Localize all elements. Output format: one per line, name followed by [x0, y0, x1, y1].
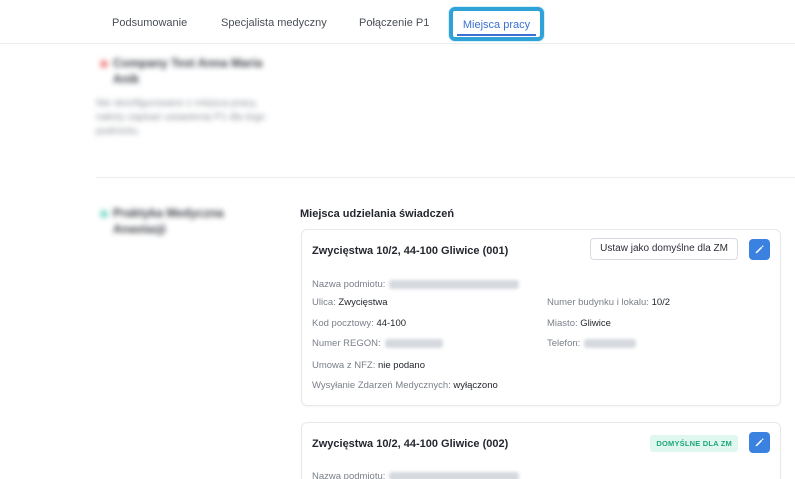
telefon-value-redacted — [584, 338, 637, 348]
podmiot-row: Nazwa podmiotu: — [312, 471, 520, 479]
company-description: Nie skonfigurowano z miejsca pracy, nale… — [96, 98, 265, 137]
workplace-card: Zwycięstwa 10/2, 44-100 Gliwice (001) Us… — [301, 229, 781, 406]
kod-row: Kod pocztowy: 44-100 — [312, 318, 406, 329]
tab-podsumowanie[interactable]: Podsumowanie — [112, 17, 187, 29]
regon-row: Numer REGON: — [312, 338, 443, 349]
regon-value-redacted — [384, 338, 443, 348]
workplace-card: Zwycięstwa 10/2, 44-100 Gliwice (002) DO… — [301, 422, 781, 479]
status-dot-icon — [100, 210, 108, 218]
tab-miejsca-pracy-label: Miejsca pracy — [462, 19, 531, 31]
tab-specjalista-medyczny[interactable]: Specjalista medyczny — [221, 17, 327, 29]
workplace-title: Zwycięstwa 10/2, 44-100 Gliwice (002) — [312, 438, 509, 450]
set-default-button[interactable]: Ustaw jako domyślne dla ZM — [590, 238, 738, 260]
numer-label: Numer budynku i lokalu: — [547, 297, 649, 308]
nfz-row: Umowa z NFZ: nie podano — [312, 360, 425, 371]
telefon-label: Telefon: — [547, 338, 581, 349]
ulica-row: Ulica: Zwycięstwa — [312, 297, 388, 308]
podmiot-row: Nazwa podmiotu: — [312, 279, 520, 290]
workplace-title: Zwycięstwa 10/2, 44-100 Gliwice (001) — [312, 245, 509, 257]
nfz-label: Umowa z NFZ: — [312, 360, 376, 371]
edit-button[interactable] — [749, 239, 770, 260]
tab-miejsca-pracy[interactable]: Miejsca pracy — [449, 7, 544, 41]
status-dot-icon — [100, 60, 108, 68]
company-title: Company Test Anna Maria Anik — [113, 56, 263, 86]
miasto-row: Miasto: Gliwice — [547, 318, 611, 329]
podmiot-label: Nazwa podmiotu: — [312, 279, 386, 290]
section-divider — [96, 177, 795, 178]
podmiot-value-redacted — [389, 471, 520, 479]
section-title: Miejsca udzielania świadczeń — [300, 208, 455, 220]
zdarzenia-value: wyłączono — [453, 380, 498, 391]
podmiot-value-redacted — [389, 279, 520, 289]
zdarzenia-label: Wysyłanie Zdarzeń Medycznych: — [312, 380, 451, 391]
miasto-value: Gliwice — [580, 318, 611, 329]
pencil-icon — [755, 245, 764, 254]
numer-value: 10/2 — [651, 297, 671, 308]
zdarzenia-row: Wysyłanie Zdarzeń Medycznych: wyłączono — [312, 380, 498, 391]
miasto-label: Miasto: — [547, 318, 578, 329]
nfz-value: nie podano — [377, 360, 426, 371]
podmiot-label: Nazwa podmiotu: — [312, 471, 386, 479]
ulica-value: Zwycięstwa — [338, 297, 388, 308]
kod-label: Kod pocztowy: — [312, 318, 374, 329]
numer-row: Numer budynku i lokalu: 10/2 — [547, 297, 670, 308]
pencil-icon — [755, 438, 764, 447]
practice-title: Praktyka Medyczna Anastazji — [113, 206, 224, 236]
telefon-row: Telefon: — [547, 338, 637, 349]
kod-value: 44-100 — [376, 318, 407, 329]
tab-polaczenie-p1[interactable]: Połączenie P1 — [359, 17, 429, 29]
regon-label: Numer REGON: — [312, 338, 381, 349]
ulica-label: Ulica: — [312, 297, 336, 308]
tab-bar: Podsumowanie Specjalista medyczny Połącz… — [0, 0, 795, 44]
edit-button[interactable] — [749, 432, 770, 453]
default-badge: DOMYŚLNE DLA ZM — [650, 435, 738, 452]
